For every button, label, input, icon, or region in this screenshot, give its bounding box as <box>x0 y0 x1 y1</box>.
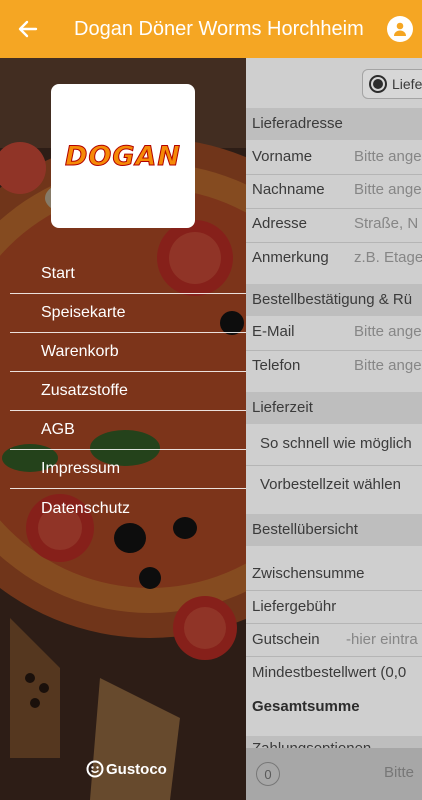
menu-item-zusatzstoffe[interactable]: Zusatzstoffe <box>10 372 246 411</box>
gustoco-logo-icon <box>86 760 104 778</box>
drawer-scrim[interactable] <box>246 58 422 800</box>
page-title: Dogan Döner Worms Horchheim <box>74 17 364 40</box>
menu-item-warenkorb[interactable]: Warenkorb <box>10 333 246 372</box>
menu-item-impressum[interactable]: Impressum <box>10 450 246 489</box>
account-button[interactable] <box>387 16 413 42</box>
user-icon <box>394 22 406 36</box>
arrow-left-icon <box>18 20 38 38</box>
menu-item-datenschutz[interactable]: Datenschutz <box>10 489 246 528</box>
back-button[interactable] <box>0 0 56 58</box>
drawer-menu: Start Speisekarte Warenkorb Zusatzstoffe… <box>10 255 246 528</box>
gustoco-brand[interactable]: Gustoco <box>86 760 167 778</box>
menu-item-start[interactable]: Start <box>10 255 246 294</box>
logo-text: DOGAN <box>64 140 182 172</box>
restaurant-logo[interactable]: DOGAN <box>51 84 195 228</box>
brand-label: Gustoco <box>106 760 167 778</box>
menu-item-agb[interactable]: AGB <box>10 411 246 450</box>
navigation-drawer: DOGAN Start Speisekarte Warenkorb Zusatz… <box>0 58 246 800</box>
menu-item-speisekarte[interactable]: Speisekarte <box>10 294 246 333</box>
app-header: Dogan Döner Worms Horchheim <box>0 0 422 58</box>
